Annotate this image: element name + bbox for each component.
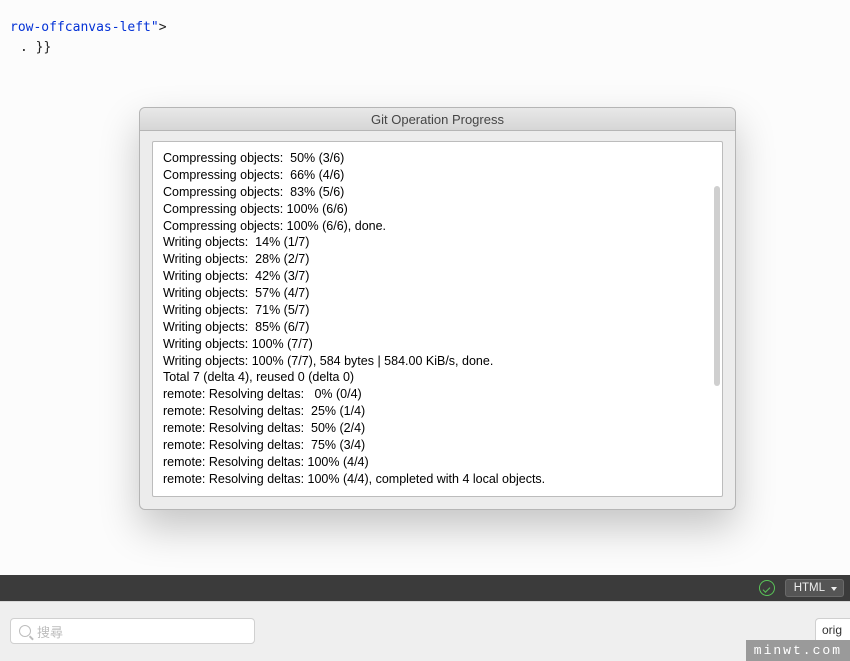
dialog-body: Compressing objects: 50% (3/6)Compressin… xyxy=(140,131,735,509)
log-line: Writing objects: 100% (7/7), 584 bytes |… xyxy=(163,353,712,370)
log-line: remote: Resolving deltas: 50% (2/4) xyxy=(163,420,712,437)
log-line: Writing objects: 42% (3/7) xyxy=(163,268,712,285)
log-line: remote: Resolving deltas: 25% (1/4) xyxy=(163,403,712,420)
log-line: Compressing objects: 100% (6/6), done. xyxy=(163,218,712,235)
log-line: Writing objects: 100% (7/7) xyxy=(163,336,712,353)
log-line: Writing objects: 28% (2/7) xyxy=(163,251,712,268)
bottom-panel: 搜尋 orig xyxy=(0,601,850,661)
log-line: Writing objects: 71% (5/7) xyxy=(163,302,712,319)
log-line: Compressing objects: 66% (4/6) xyxy=(163,167,712,184)
language-label: HTML xyxy=(794,582,825,594)
search-placeholder: 搜尋 xyxy=(37,622,63,641)
scrollbar-thumb[interactable] xyxy=(714,186,720,386)
search-icon xyxy=(19,625,31,637)
status-bar: HTML xyxy=(0,575,850,601)
git-progress-dialog: Git Operation Progress Compressing objec… xyxy=(139,107,736,510)
log-line: Compressing objects: 50% (3/6) xyxy=(163,150,712,167)
log-line: Compressing objects: 100% (6/6) xyxy=(163,201,712,218)
dialog-title: Git Operation Progress xyxy=(140,108,735,131)
log-line: remote: Resolving deltas: 100% (4/4) xyxy=(163,454,712,471)
right-field-text: orig xyxy=(822,623,842,637)
log-output[interactable]: Compressing objects: 50% (3/6)Compressin… xyxy=(152,141,723,497)
status-ok-icon[interactable] xyxy=(759,580,775,596)
log-line: remote: Resolving deltas: 100% (4/4), co… xyxy=(163,471,712,488)
log-line: Writing objects: 14% (1/7) xyxy=(163,234,712,251)
log-line: Total 7 (delta 4), reused 0 (delta 0) xyxy=(163,369,712,386)
log-line: Writing objects: 85% (6/7) xyxy=(163,319,712,336)
code-line: . }} xyxy=(10,38,167,58)
log-line: Writing objects: 57% (4/7) xyxy=(163,285,712,302)
code-token-end: > xyxy=(159,20,167,35)
log-line: remote: Resolving deltas: 75% (3/4) xyxy=(163,437,712,454)
log-line: Compressing objects: 83% (5/6) xyxy=(163,184,712,201)
code-token: row-offcanvas-left" xyxy=(10,20,159,35)
search-input[interactable]: 搜尋 xyxy=(10,618,255,644)
editor-background-code: row-offcanvas-left"> . }} xyxy=(10,18,167,57)
watermark: minwt.com xyxy=(746,640,850,661)
language-selector[interactable]: HTML xyxy=(785,579,844,597)
log-line: remote: Resolving deltas: 0% (0/4) xyxy=(163,386,712,403)
